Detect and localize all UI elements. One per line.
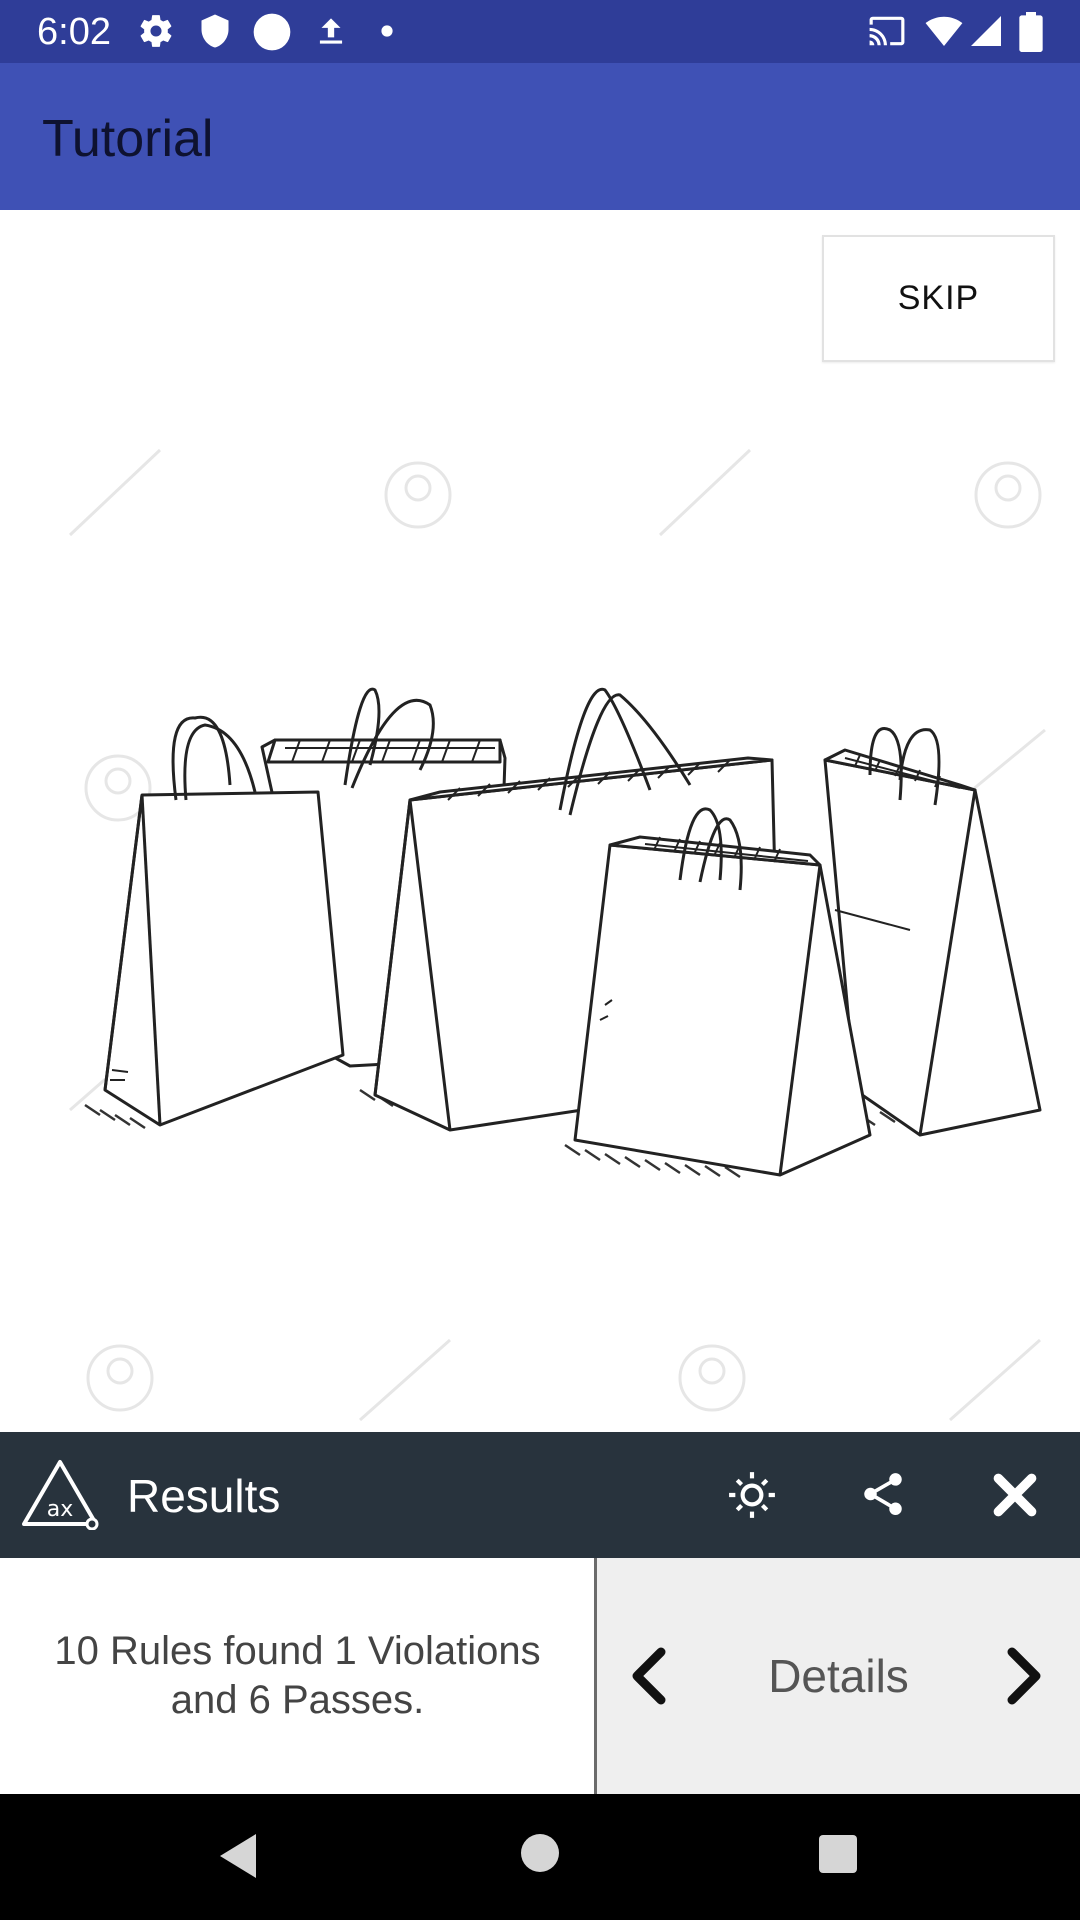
dot-icon — [381, 25, 393, 37]
system-nav-bar — [0, 1794, 1080, 1920]
chevron-right-icon[interactable] — [1002, 1646, 1046, 1706]
skip-button[interactable]: SKIP — [822, 235, 1055, 362]
svg-text:ax: ax — [47, 1497, 74, 1522]
results-toolbar: ax Results — [0, 1432, 1080, 1558]
page-title: Tutorial — [42, 110, 214, 168]
tutorial-content: SKIP — [0, 210, 1080, 1432]
close-icon[interactable] — [990, 1470, 1040, 1520]
recents-icon[interactable] — [818, 1834, 858, 1874]
details-panel[interactable]: Details — [597, 1558, 1080, 1794]
upload-icon — [319, 18, 343, 44]
app-bar: Tutorial — [0, 63, 1080, 210]
shopping-bags-illustration — [68, 448, 1046, 1422]
home-icon[interactable] — [520, 1833, 560, 1873]
shield-icon — [201, 14, 229, 48]
circle-icon — [253, 13, 291, 51]
cast-icon — [869, 16, 905, 46]
back-icon[interactable] — [216, 1832, 258, 1880]
results-title: Results — [127, 1470, 281, 1522]
settings-icon[interactable] — [727, 1470, 777, 1520]
status-bar: 6:02 — [0, 0, 1080, 63]
results-summary: 10 Rules found 1 Violations and 6 Passes… — [54, 1629, 541, 1722]
signal-icon — [971, 16, 1001, 46]
gear-icon — [140, 15, 172, 47]
battery-icon — [1019, 12, 1043, 52]
share-icon[interactable] — [858, 1468, 908, 1520]
wifi-icon — [925, 16, 963, 47]
ax-logo-icon: ax — [22, 1460, 99, 1530]
status-time: 6:02 — [37, 11, 111, 53]
results-summary-panel: 10 Rules found 1 Violations and 6 Passes… — [0, 1558, 595, 1794]
